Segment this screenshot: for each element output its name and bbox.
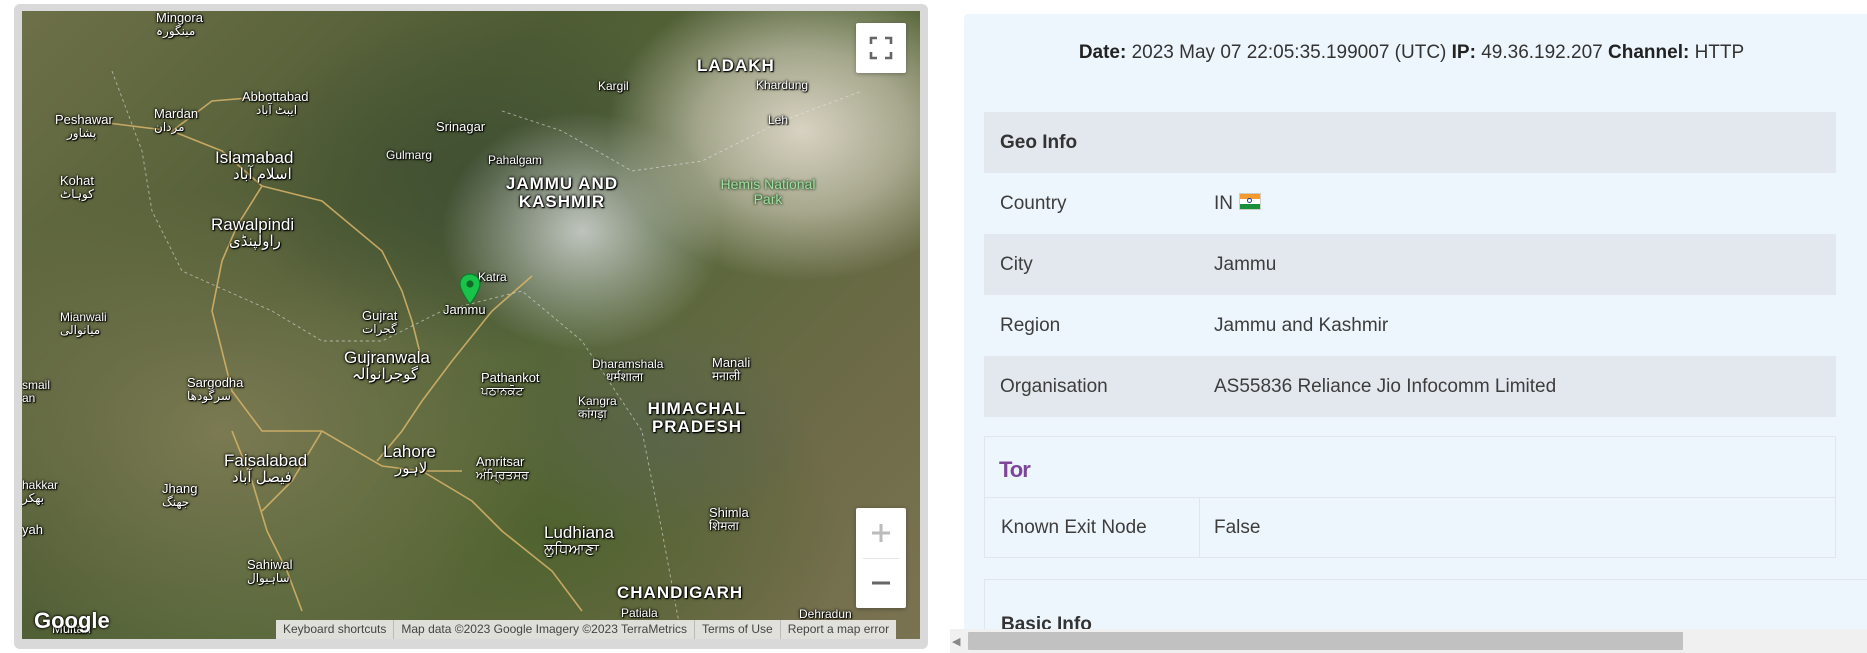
plus-icon xyxy=(872,523,890,542)
tor-info-box: Tor Known Exit Node False xyxy=(984,436,1836,558)
place-abbottabad: Abbottabad ایبٹ آباد xyxy=(242,89,309,117)
place-dharamshala: Dharamshala धर्मशाला xyxy=(592,357,664,384)
terms-of-use-link[interactable]: Terms of Use xyxy=(694,620,780,639)
table-row: Region Jammu and Kashmir xyxy=(984,295,1836,356)
ip-label: IP: xyxy=(1451,42,1476,63)
city-value: Jammu xyxy=(1198,234,1836,295)
place-yah: yah xyxy=(22,522,43,537)
geo-info-title: Geo Info xyxy=(984,112,1836,173)
place-mianwali: Mianwali میانوالی xyxy=(60,310,107,337)
place-gujranwala: Gujranwala گوجرانوالہ xyxy=(344,348,430,383)
date-value: 2023 May 07 22:05:35.199007 (UTC) xyxy=(1131,42,1447,63)
place-pathankot: Pathankot ਪਠਾਨਕੋਟ xyxy=(481,370,540,398)
zoom-out-button[interactable] xyxy=(856,558,906,608)
place-leh: Leh xyxy=(768,113,789,127)
date-label: Date: xyxy=(1078,42,1127,63)
known-exit-node-value: False xyxy=(1214,517,1261,538)
country-key: Country xyxy=(1000,192,1067,214)
scroll-left-arrow-icon[interactable]: ◀ xyxy=(952,635,962,648)
minus-icon xyxy=(872,581,890,585)
region-chandigarh: CHANDIGARH xyxy=(617,583,744,602)
map-data-text: Map data ©2023 Google Imagery ©2023 Terr… xyxy=(393,620,694,639)
map-attribution-bar: Keyboard shortcuts Map data ©2023 Google… xyxy=(276,620,897,639)
channel-value: HTTP xyxy=(1694,42,1745,63)
place-mardan: Mardan مردان xyxy=(154,106,199,134)
place-kohat: Kohat کوہاٹ xyxy=(60,173,94,201)
table-row: Country IN xyxy=(984,173,1836,234)
request-meta: Date: 2023 May 07 22:05:35.199007 (UTC) … xyxy=(964,42,1859,64)
place-patiala: Patiala xyxy=(621,606,658,620)
geo-info-header: Geo Info xyxy=(984,112,1836,173)
map-pin-icon[interactable] xyxy=(459,273,481,305)
known-exit-node-key: Known Exit Node xyxy=(985,498,1200,558)
place-amritsar: Amritsar ਅੰਮ੍ਰਿਤਸਰ xyxy=(476,454,529,482)
geo-info-table: Geo Info Country IN City Jammu Region Ja… xyxy=(984,112,1836,417)
tor-logo: Tor xyxy=(999,457,1031,482)
google-logo[interactable]: Google xyxy=(34,608,110,634)
place-sargodha: Sargodha سرگودھا xyxy=(187,375,244,403)
place-faisalabad: Faisalabad فیصل آباد xyxy=(224,451,308,486)
place-sahiwal: Sahiwal ساہیوال xyxy=(247,557,293,585)
info-panel-viewport: Date: 2023 May 07 22:05:35.199007 (UTC) … xyxy=(948,0,1867,653)
table-row: Organisation AS55836 Reliance Jio Infoco… xyxy=(984,356,1836,417)
place-mingora: Mingora مینگورہ xyxy=(156,11,203,38)
place-ludhiana: Ludhiana ਲੁਧਿਆਣਾ xyxy=(544,523,614,558)
place-shimla: Shimla शिमला xyxy=(709,505,749,533)
table-row: Known Exit Node False xyxy=(985,498,1835,558)
place-islamabad: Islamabad اسلام آباد xyxy=(215,148,294,183)
india-flag-icon xyxy=(1239,192,1261,210)
region-key: Region xyxy=(1000,314,1061,336)
place-katra: Katra xyxy=(478,270,507,284)
place-pahalgam: Pahalgam xyxy=(488,153,543,167)
place-khardung: Khardung xyxy=(756,78,809,92)
report-map-error-link[interactable]: Report a map error xyxy=(779,620,896,639)
info-panel: Date: 2023 May 07 22:05:35.199007 (UTC) … xyxy=(964,14,1867,639)
keyboard-shortcuts-link[interactable]: Keyboard shortcuts xyxy=(276,620,393,639)
region-value: Jammu and Kashmir xyxy=(1214,314,1389,336)
zoom-in-button[interactable] xyxy=(856,508,906,558)
place-gujrat: Gujrat گجرات xyxy=(362,308,398,336)
place-kangra: Kangra कांगड़ा xyxy=(578,394,617,421)
fullscreen-button[interactable] xyxy=(856,23,906,73)
horizontal-scrollbar[interactable]: ◀ xyxy=(950,629,1867,653)
place-jhang: Jhang جھنگ xyxy=(162,481,198,509)
place-jammu: Jammu xyxy=(443,302,486,317)
country-value-cell: IN xyxy=(1198,173,1836,234)
table-row: City Jammu xyxy=(984,234,1836,295)
place-ismail: smail an xyxy=(22,378,51,405)
place-bhakkar: hakkar بھکر xyxy=(22,478,59,505)
place-srinagar: Srinagar xyxy=(436,119,486,134)
place-peshawar: Peshawar پشاور xyxy=(55,112,113,140)
country-value: IN xyxy=(1214,192,1233,214)
organisation-value: AS55836 Reliance Jio Infocomm Limited xyxy=(1198,356,1836,417)
organisation-key: Organisation xyxy=(984,356,1198,417)
channel-label: Channel: xyxy=(1608,42,1690,63)
place-dehradun: Dehradun xyxy=(799,607,852,621)
region-himachal-pradesh: HIMACHAL PRADESH xyxy=(647,399,747,436)
region-jammu-kashmir: JAMMU AND KASHMIR xyxy=(505,174,619,211)
place-lahore: Lahore لاہور xyxy=(383,442,436,477)
city-key: City xyxy=(984,234,1198,295)
place-kargil: Kargil xyxy=(598,79,629,93)
fullscreen-icon xyxy=(869,36,893,60)
place-rawalpindi: Rawalpindi راولپنڈی xyxy=(211,215,295,250)
region-ladakh: LADAKH xyxy=(697,56,775,75)
map-canvas[interactable]: Mingora مینگورہ Abbottabad ایبٹ آباد Pesha… xyxy=(22,11,920,639)
place-gulmarg: Gulmarg xyxy=(386,148,433,162)
zoom-control xyxy=(856,508,906,608)
hemis-national-park-label: Hemis National Park xyxy=(720,176,816,207)
ip-value: 49.36.192.207 xyxy=(1481,42,1603,63)
place-manali: Manali मनाली xyxy=(712,355,751,383)
scrollbar-thumb[interactable] xyxy=(968,632,1683,650)
tor-logo-row: Tor xyxy=(985,437,1835,498)
